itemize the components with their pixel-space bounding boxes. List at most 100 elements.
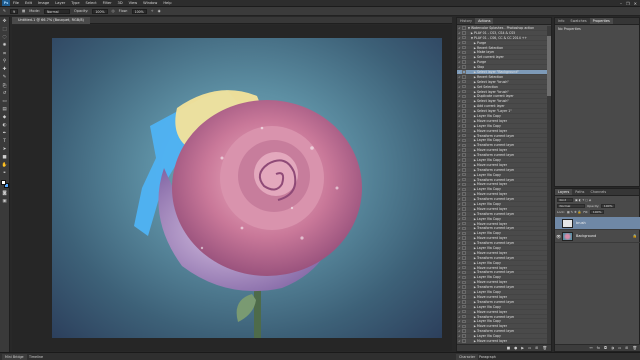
fx-icon[interactable]: fx <box>597 346 600 350</box>
tab-actions[interactable]: Actions <box>475 18 494 24</box>
tab-character[interactable]: Character <box>456 354 479 360</box>
new-layer-icon[interactable]: ⊞ <box>625 346 628 350</box>
minimize-icon[interactable]: – <box>620 1 622 6</box>
adjustment-layer-icon[interactable]: ◑ <box>611 346 614 350</box>
dialog-toggle[interactable] <box>462 158 466 162</box>
lock-icons[interactable]: ▦ ✎ ✥ 🔒 <box>567 210 581 214</box>
dialog-toggle[interactable] <box>462 119 466 123</box>
dialog-toggle[interactable] <box>462 251 466 255</box>
dialog-toggle[interactable] <box>462 75 466 79</box>
dodge-tool-icon[interactable]: ◐ <box>1 122 9 129</box>
dialog-toggle[interactable] <box>462 168 466 172</box>
tab-info[interactable]: Info <box>555 18 567 24</box>
dialog-toggle[interactable] <box>462 172 466 177</box>
clone-tool-icon[interactable]: ⎘ <box>1 82 9 89</box>
path-select-tool-icon[interactable]: ➤ <box>1 146 9 153</box>
dialog-toggle[interactable] <box>462 329 466 333</box>
actions-scrollbar[interactable] <box>547 26 551 345</box>
trash-icon[interactable]: 🗑 <box>542 346 547 350</box>
dialog-toggle[interactable] <box>462 182 466 187</box>
pressure-opacity-icon[interactable]: ◎ <box>112 9 115 13</box>
healing-tool-icon[interactable]: ✚ <box>1 66 9 73</box>
dialog-toggle[interactable] <box>462 339 466 343</box>
layer-fill-field[interactable]: 100% <box>590 209 604 215</box>
dialog-toggle[interactable] <box>462 221 466 226</box>
tab-swatches[interactable]: Swatches <box>567 18 589 24</box>
brush-panel-icon[interactable]: ▦ <box>22 9 25 13</box>
dialog-toggle[interactable] <box>462 290 466 294</box>
dialog-toggle[interactable] <box>462 163 466 167</box>
menu-layer[interactable]: Layer <box>55 1 65 5</box>
dialog-toggle[interactable] <box>462 197 466 201</box>
dialog-toggle[interactable] <box>462 334 466 338</box>
airbrush-icon[interactable]: ✧ <box>151 9 154 13</box>
dialog-toggle[interactable] <box>462 153 466 157</box>
quick-select-tool-icon[interactable]: ✺ <box>1 42 9 49</box>
quick-mask-icon[interactable]: ◙ <box>1 190 9 197</box>
dialog-toggle[interactable] <box>462 70 466 74</box>
brush-size-field[interactable]: 9 <box>9 8 18 14</box>
dialog-toggle[interactable] <box>462 207 466 211</box>
flow-field[interactable]: 100% <box>131 8 147 14</box>
dialog-toggle[interactable] <box>462 177 466 182</box>
blend-mode-select[interactable]: Normal <box>557 203 585 209</box>
layer-row-brush[interactable]: brush <box>555 217 640 230</box>
restore-icon[interactable]: ❐ <box>626 1 630 6</box>
hand-tool-icon[interactable]: ✋ <box>1 162 9 169</box>
type-tool-icon[interactable]: T <box>1 138 9 145</box>
dialog-toggle[interactable] <box>462 241 466 245</box>
screen-mode-icon[interactable]: ▣ <box>1 198 9 205</box>
dialog-toggle[interactable] <box>462 319 466 324</box>
tab-paragraph[interactable]: Paragraph <box>476 354 499 360</box>
menu-type[interactable]: Type <box>71 1 79 5</box>
shape-tool-icon[interactable]: ■ <box>1 154 9 161</box>
dialog-toggle[interactable] <box>462 109 466 113</box>
pressure-size-icon[interactable]: ◉ <box>158 9 161 13</box>
menu-help[interactable]: Help <box>163 1 171 5</box>
add-mask-icon[interactable]: ◘ <box>604 346 607 350</box>
new-action-icon[interactable]: ⊞ <box>535 346 538 350</box>
dialog-toggle[interactable] <box>462 148 466 152</box>
play-icon[interactable]: ▶ <box>521 346 524 350</box>
tab-history[interactable]: History <box>457 18 475 24</box>
brush-tool-icon[interactable]: ✎ <box>1 74 9 81</box>
dialog-toggle[interactable] <box>462 212 466 216</box>
dialog-toggle[interactable] <box>462 202 466 206</box>
mode-select[interactable]: Normal <box>44 8 70 14</box>
dialog-toggle[interactable] <box>462 133 466 138</box>
move-tool-icon[interactable]: ✥ <box>1 18 9 25</box>
dialog-toggle[interactable] <box>462 295 466 299</box>
dialog-toggle[interactable] <box>462 124 466 128</box>
dialog-toggle[interactable] <box>462 99 466 104</box>
dialog-toggle[interactable] <box>462 143 466 148</box>
foreground-color-swatch[interactable] <box>0 180 6 185</box>
dialog-toggle[interactable] <box>462 187 466 192</box>
stop-icon[interactable]: ■ <box>507 346 510 350</box>
dialog-toggle[interactable] <box>462 55 466 60</box>
dialog-toggle[interactable] <box>462 128 466 133</box>
dialog-toggle[interactable] <box>462 314 466 319</box>
document-tab[interactable]: Untitled-1 @ 66.7% (Bouquet, RGB/8) <box>12 17 90 24</box>
dialog-toggle[interactable] <box>462 89 466 94</box>
dialog-toggle[interactable] <box>462 104 466 108</box>
eyedropper-tool-icon[interactable]: ⚲ <box>1 58 9 65</box>
tab-paths[interactable]: Paths <box>572 189 587 195</box>
tab-mini-bridge[interactable]: Mini Bridge <box>2 354 27 360</box>
dialog-toggle[interactable] <box>462 84 466 89</box>
dialog-toggle[interactable] <box>462 216 466 221</box>
eye-icon[interactable]: 👁 <box>555 234 562 239</box>
opacity-field[interactable]: 100% <box>92 8 108 14</box>
tab-channels[interactable]: Channels <box>587 189 609 195</box>
history-brush-tool-icon[interactable]: ↺ <box>1 90 9 97</box>
record-icon[interactable]: ● <box>514 346 517 350</box>
filter-icons[interactable]: ▣ ◐ T ▢ ◈ <box>575 198 591 202</box>
dialog-toggle[interactable] <box>462 236 466 240</box>
close-icon[interactable]: ✕ <box>634 1 637 6</box>
menu-edit[interactable]: Edit <box>25 1 32 5</box>
scrollbar-thumb[interactable] <box>547 36 551 96</box>
menu-image[interactable]: Image <box>38 1 49 5</box>
zoom-tool-icon[interactable]: ⚭ <box>1 170 9 177</box>
dialog-toggle[interactable] <box>462 60 466 64</box>
dialog-toggle[interactable] <box>462 304 466 309</box>
dialog-toggle[interactable] <box>462 31 466 35</box>
